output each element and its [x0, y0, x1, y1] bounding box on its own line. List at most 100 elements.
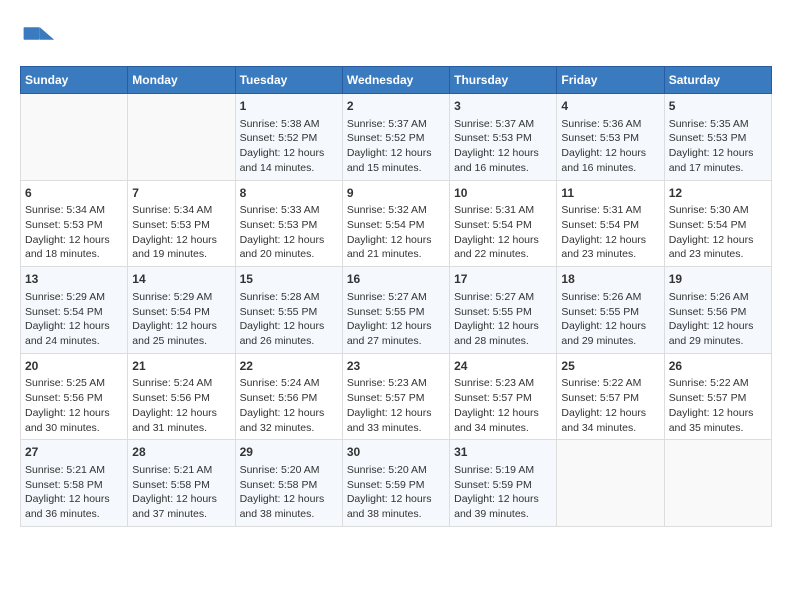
day-number: 9: [347, 185, 445, 202]
cell-content: Sunrise: 5:31 AM Sunset: 5:54 PM Dayligh…: [561, 203, 659, 262]
cell-content: Sunrise: 5:32 AM Sunset: 5:54 PM Dayligh…: [347, 203, 445, 262]
calendar-cell: 29 Sunrise: 5:20 AM Sunset: 5:58 PM Dayli…: [235, 440, 342, 527]
day-number: 23: [347, 358, 445, 375]
header-day: Thursday: [450, 67, 557, 94]
calendar-cell: 8Sunrise: 5:33 AM Sunset: 5:53 PM Daylig…: [235, 180, 342, 267]
day-number: 31: [454, 444, 552, 461]
day-number: 25: [561, 358, 659, 375]
day-number: 17: [454, 271, 552, 288]
cell-content: Sunrise: 5:37 AM Sunset: 5:52 PM Dayligh…: [347, 117, 445, 176]
logo: [20, 20, 60, 56]
day-number: 8: [240, 185, 338, 202]
day-number: 10: [454, 185, 552, 202]
calendar-cell: 3 Sunrise: 5:37 AM Sunset: 5:53 PM Daylig…: [450, 94, 557, 181]
day-number: 26: [669, 358, 767, 375]
calendar-week-row: 6Sunrise: 5:34 AM Sunset: 5:53 PM Daylig…: [21, 180, 772, 267]
calendar-cell: 1Sunrise: 5:38 AM Sunset: 5:52 PM Daylig…: [235, 94, 342, 181]
cell-content: Sunrise: 5:34 AM Sunset: 5:53 PM Dayligh…: [132, 203, 230, 262]
calendar-cell: 15 Sunrise: 5:28 AM Sunset: 5:55 PM Dayli…: [235, 267, 342, 354]
calendar-cell: 23Sunrise: 5:23 AM Sunset: 5:57 PM Dayli…: [342, 353, 449, 440]
day-number: 28: [132, 444, 230, 461]
calendar-cell: 7Sunrise: 5:34 AM Sunset: 5:53 PM Daylig…: [128, 180, 235, 267]
day-number: 29: [240, 444, 338, 461]
cell-content: Sunrise: 5:29 AM Sunset: 5:54 PM Dayligh…: [132, 290, 230, 349]
calendar-cell: 30Sunrise: 5:20 AM Sunset: 5:59 PM Dayli…: [342, 440, 449, 527]
logo-icon: [20, 20, 56, 56]
calendar-week-row: 20Sunrise: 5:25 AM Sunset: 5:56 PM Dayli…: [21, 353, 772, 440]
cell-content: Sunrise: 5:25 AM Sunset: 5:56 PM Dayligh…: [25, 376, 123, 435]
cell-content: Sunrise: 5:21 AM Sunset: 5:58 PM Dayligh…: [132, 463, 230, 522]
header-day: Tuesday: [235, 67, 342, 94]
calendar-cell: 17 Sunrise: 5:27 AM Sunset: 5:55 PM Dayli…: [450, 267, 557, 354]
calendar-cell: 10Sunrise: 5:31 AM Sunset: 5:54 PM Dayli…: [450, 180, 557, 267]
calendar-cell: 5 Sunrise: 5:35 AM Sunset: 5:53 PM Daylig…: [664, 94, 771, 181]
header-day: Saturday: [664, 67, 771, 94]
cell-content: Sunrise: 5:20 AM Sunset: 5:58 PM Dayligh…: [240, 463, 338, 522]
day-number: 4: [561, 98, 659, 115]
calendar-week-row: 27 Sunrise: 5:21 AM Sunset: 5:58 PM Dayli…: [21, 440, 772, 527]
calendar-cell: 13 Sunrise: 5:29 AM Sunset: 5:54 PM Dayli…: [21, 267, 128, 354]
calendar-cell: 28 Sunrise: 5:21 AM Sunset: 5:58 PM Dayli…: [128, 440, 235, 527]
cell-content: Sunrise: 5:21 AM Sunset: 5:58 PM Dayligh…: [25, 463, 123, 522]
cell-content: Sunrise: 5:31 AM Sunset: 5:54 PM Dayligh…: [454, 203, 552, 262]
cell-content: Sunrise: 5:35 AM Sunset: 5:53 PM Dayligh…: [669, 117, 767, 176]
calendar-cell: 12Sunrise: 5:30 AM Sunset: 5:54 PM Dayli…: [664, 180, 771, 267]
calendar-cell: 6Sunrise: 5:34 AM Sunset: 5:53 PM Daylig…: [21, 180, 128, 267]
cell-content: Sunrise: 5:28 AM Sunset: 5:55 PM Dayligh…: [240, 290, 338, 349]
calendar-cell: 2 Sunrise: 5:37 AM Sunset: 5:52 PM Daylig…: [342, 94, 449, 181]
calendar-cell: [664, 440, 771, 527]
calendar-week-row: 13 Sunrise: 5:29 AM Sunset: 5:54 PM Dayli…: [21, 267, 772, 354]
day-number: 6: [25, 185, 123, 202]
calendar-cell: 18Sunrise: 5:26 AM Sunset: 5:55 PM Dayli…: [557, 267, 664, 354]
cell-content: Sunrise: 5:26 AM Sunset: 5:56 PM Dayligh…: [669, 290, 767, 349]
calendar-cell: 4 Sunrise: 5:36 AM Sunset: 5:53 PM Daylig…: [557, 94, 664, 181]
cell-content: Sunrise: 5:22 AM Sunset: 5:57 PM Dayligh…: [561, 376, 659, 435]
day-number: 19: [669, 271, 767, 288]
calendar-week-row: 1Sunrise: 5:38 AM Sunset: 5:52 PM Daylig…: [21, 94, 772, 181]
day-number: 5: [669, 98, 767, 115]
header-day: Sunday: [21, 67, 128, 94]
cell-content: Sunrise: 5:37 AM Sunset: 5:53 PM Dayligh…: [454, 117, 552, 176]
day-number: 21: [132, 358, 230, 375]
cell-content: Sunrise: 5:27 AM Sunset: 5:55 PM Dayligh…: [454, 290, 552, 349]
cell-content: Sunrise: 5:34 AM Sunset: 5:53 PM Dayligh…: [25, 203, 123, 262]
cell-content: Sunrise: 5:29 AM Sunset: 5:54 PM Dayligh…: [25, 290, 123, 349]
calendar-cell: [128, 94, 235, 181]
header-day: Friday: [557, 67, 664, 94]
day-number: 3: [454, 98, 552, 115]
page-header: [20, 20, 772, 56]
day-number: 22: [240, 358, 338, 375]
day-number: 1: [240, 98, 338, 115]
cell-content: Sunrise: 5:27 AM Sunset: 5:55 PM Dayligh…: [347, 290, 445, 349]
day-number: 15: [240, 271, 338, 288]
calendar-table: SundayMondayTuesdayWednesdayThursdayFrid…: [20, 66, 772, 527]
calendar-cell: 24Sunrise: 5:23 AM Sunset: 5:57 PM Dayli…: [450, 353, 557, 440]
cell-content: Sunrise: 5:24 AM Sunset: 5:56 PM Dayligh…: [132, 376, 230, 435]
day-number: 14: [132, 271, 230, 288]
cell-content: Sunrise: 5:36 AM Sunset: 5:53 PM Dayligh…: [561, 117, 659, 176]
day-number: 18: [561, 271, 659, 288]
day-number: 16: [347, 271, 445, 288]
calendar-cell: 25Sunrise: 5:22 AM Sunset: 5:57 PM Dayli…: [557, 353, 664, 440]
cell-content: Sunrise: 5:33 AM Sunset: 5:53 PM Dayligh…: [240, 203, 338, 262]
day-number: 13: [25, 271, 123, 288]
cell-content: Sunrise: 5:30 AM Sunset: 5:54 PM Dayligh…: [669, 203, 767, 262]
calendar-header: SundayMondayTuesdayWednesdayThursdayFrid…: [21, 67, 772, 94]
calendar-cell: 19 Sunrise: 5:26 AM Sunset: 5:56 PM Dayli…: [664, 267, 771, 354]
day-number: 27: [25, 444, 123, 461]
calendar-cell: 26Sunrise: 5:22 AM Sunset: 5:57 PM Dayli…: [664, 353, 771, 440]
calendar-cell: 9Sunrise: 5:32 AM Sunset: 5:54 PM Daylig…: [342, 180, 449, 267]
calendar-cell: 20Sunrise: 5:25 AM Sunset: 5:56 PM Dayli…: [21, 353, 128, 440]
cell-content: Sunrise: 5:24 AM Sunset: 5:56 PM Dayligh…: [240, 376, 338, 435]
cell-content: Sunrise: 5:23 AM Sunset: 5:57 PM Dayligh…: [347, 376, 445, 435]
day-number: 24: [454, 358, 552, 375]
day-number: 20: [25, 358, 123, 375]
calendar-cell: 16 Sunrise: 5:27 AM Sunset: 5:55 PM Dayli…: [342, 267, 449, 354]
header-day: Wednesday: [342, 67, 449, 94]
calendar-cell: [21, 94, 128, 181]
calendar-cell: [557, 440, 664, 527]
day-number: 2: [347, 98, 445, 115]
cell-content: Sunrise: 5:22 AM Sunset: 5:57 PM Dayligh…: [669, 376, 767, 435]
calendar-cell: 14 Sunrise: 5:29 AM Sunset: 5:54 PM Dayli…: [128, 267, 235, 354]
header-row: SundayMondayTuesdayWednesdayThursdayFrid…: [21, 67, 772, 94]
